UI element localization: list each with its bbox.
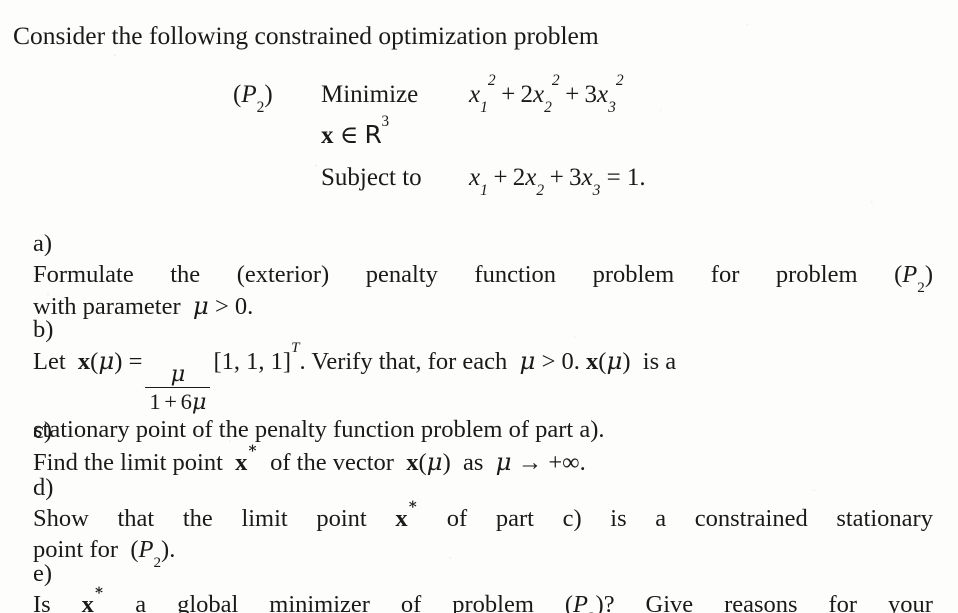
x-star-e: x∗ — [81, 581, 105, 613]
objective-expression: x12+ 2x22+ 3x32 — [469, 71, 624, 117]
x-star-d: x∗ — [395, 495, 419, 532]
item-a-line-1: Formulate the (exterior) penalty functio… — [33, 261, 933, 297]
bold-x: x — [321, 122, 334, 149]
real-numbers-symbol: R — [364, 120, 382, 149]
math-row-domain: x ∈ R3 — [233, 112, 646, 155]
list-item-a: a) Formulate the (exterior) penalty func… — [33, 228, 933, 322]
item-marker-e: e) — [33, 560, 53, 587]
problem-ref-e: (P2)? — [564, 591, 615, 613]
subject-to-keyword: Subject to — [321, 164, 422, 191]
math-row-minimize: (P2) Minimize x12+ 2x22+ 3x32 — [233, 71, 646, 117]
minimize-keyword: Minimize — [321, 81, 419, 108]
math-row-subject-to: Subject to x1 +2x2 +3x3 = 1. — [233, 159, 646, 200]
item-b-line-1: Let x(μ) = μ 1 +6μ [1, 1, 1]T. Verify that, for … — [33, 338, 677, 415]
item-marker-c: c) — [33, 417, 53, 444]
item-b-verify-text: . Verify that, for each — [299, 348, 508, 375]
problem-ref-a: (P2) — [894, 261, 933, 297]
constraint-expression: x1 +2x2 +3x3 = 1. — [469, 164, 646, 200]
item-d-line-1: Show that the limit point x∗ of part c) … — [33, 495, 933, 532]
domain-expression: x ∈ R3 — [321, 112, 469, 155]
element-of-icon: ∈ — [339, 122, 359, 149]
bold-x-b: x — [77, 348, 91, 375]
item-marker-b: b) — [33, 316, 54, 343]
domain-dimension: 3 — [381, 112, 390, 130]
item-body-a: Formulate the (exterior) penalty functio… — [33, 259, 933, 322]
transpose-exponent: T — [291, 338, 300, 356]
ones-vector: [1, 1, 1]T — [213, 338, 300, 375]
problem-display-block: (P2) Minimize x12+ 2x22+ 3x32 x ∈ R3 Subject… — [233, 71, 646, 200]
item-e-line-1: Is x∗ a global minimizer of problem (P2)… — [33, 581, 933, 613]
item-marker-a: a) — [33, 230, 53, 257]
item-body-e: Is x∗ a global minimizer of problem (P2)… — [33, 581, 933, 613]
document-page: )Consider the following constrained opti… — [0, 0, 958, 613]
problem-label-letter: P — [241, 81, 257, 108]
mu-fraction: μ 1 +6μ — [145, 360, 211, 414]
item-marker-d: d) — [33, 474, 54, 501]
list-item-c: c) Find the limit point x∗of the vector x(… — [33, 415, 933, 478]
problem-label: (P2) — [233, 81, 273, 117]
list-item-d: d) Show that the limit point x∗ of part … — [33, 472, 933, 570]
fraction-denominator: 1 +6μ — [145, 386, 211, 414]
intro-line: )Consider the following constrained opti… — [0, 21, 950, 51]
problem-label-sub: 2 — [256, 99, 265, 117]
item-body-d: Show that the limit point x∗ of part c) … — [33, 495, 933, 570]
list-item-e: e) Is x∗ a global minimizer of problem (… — [33, 558, 933, 613]
intro-text: Consider the following constrained optim… — [13, 21, 599, 50]
fraction-numerator: μ — [170, 360, 186, 387]
